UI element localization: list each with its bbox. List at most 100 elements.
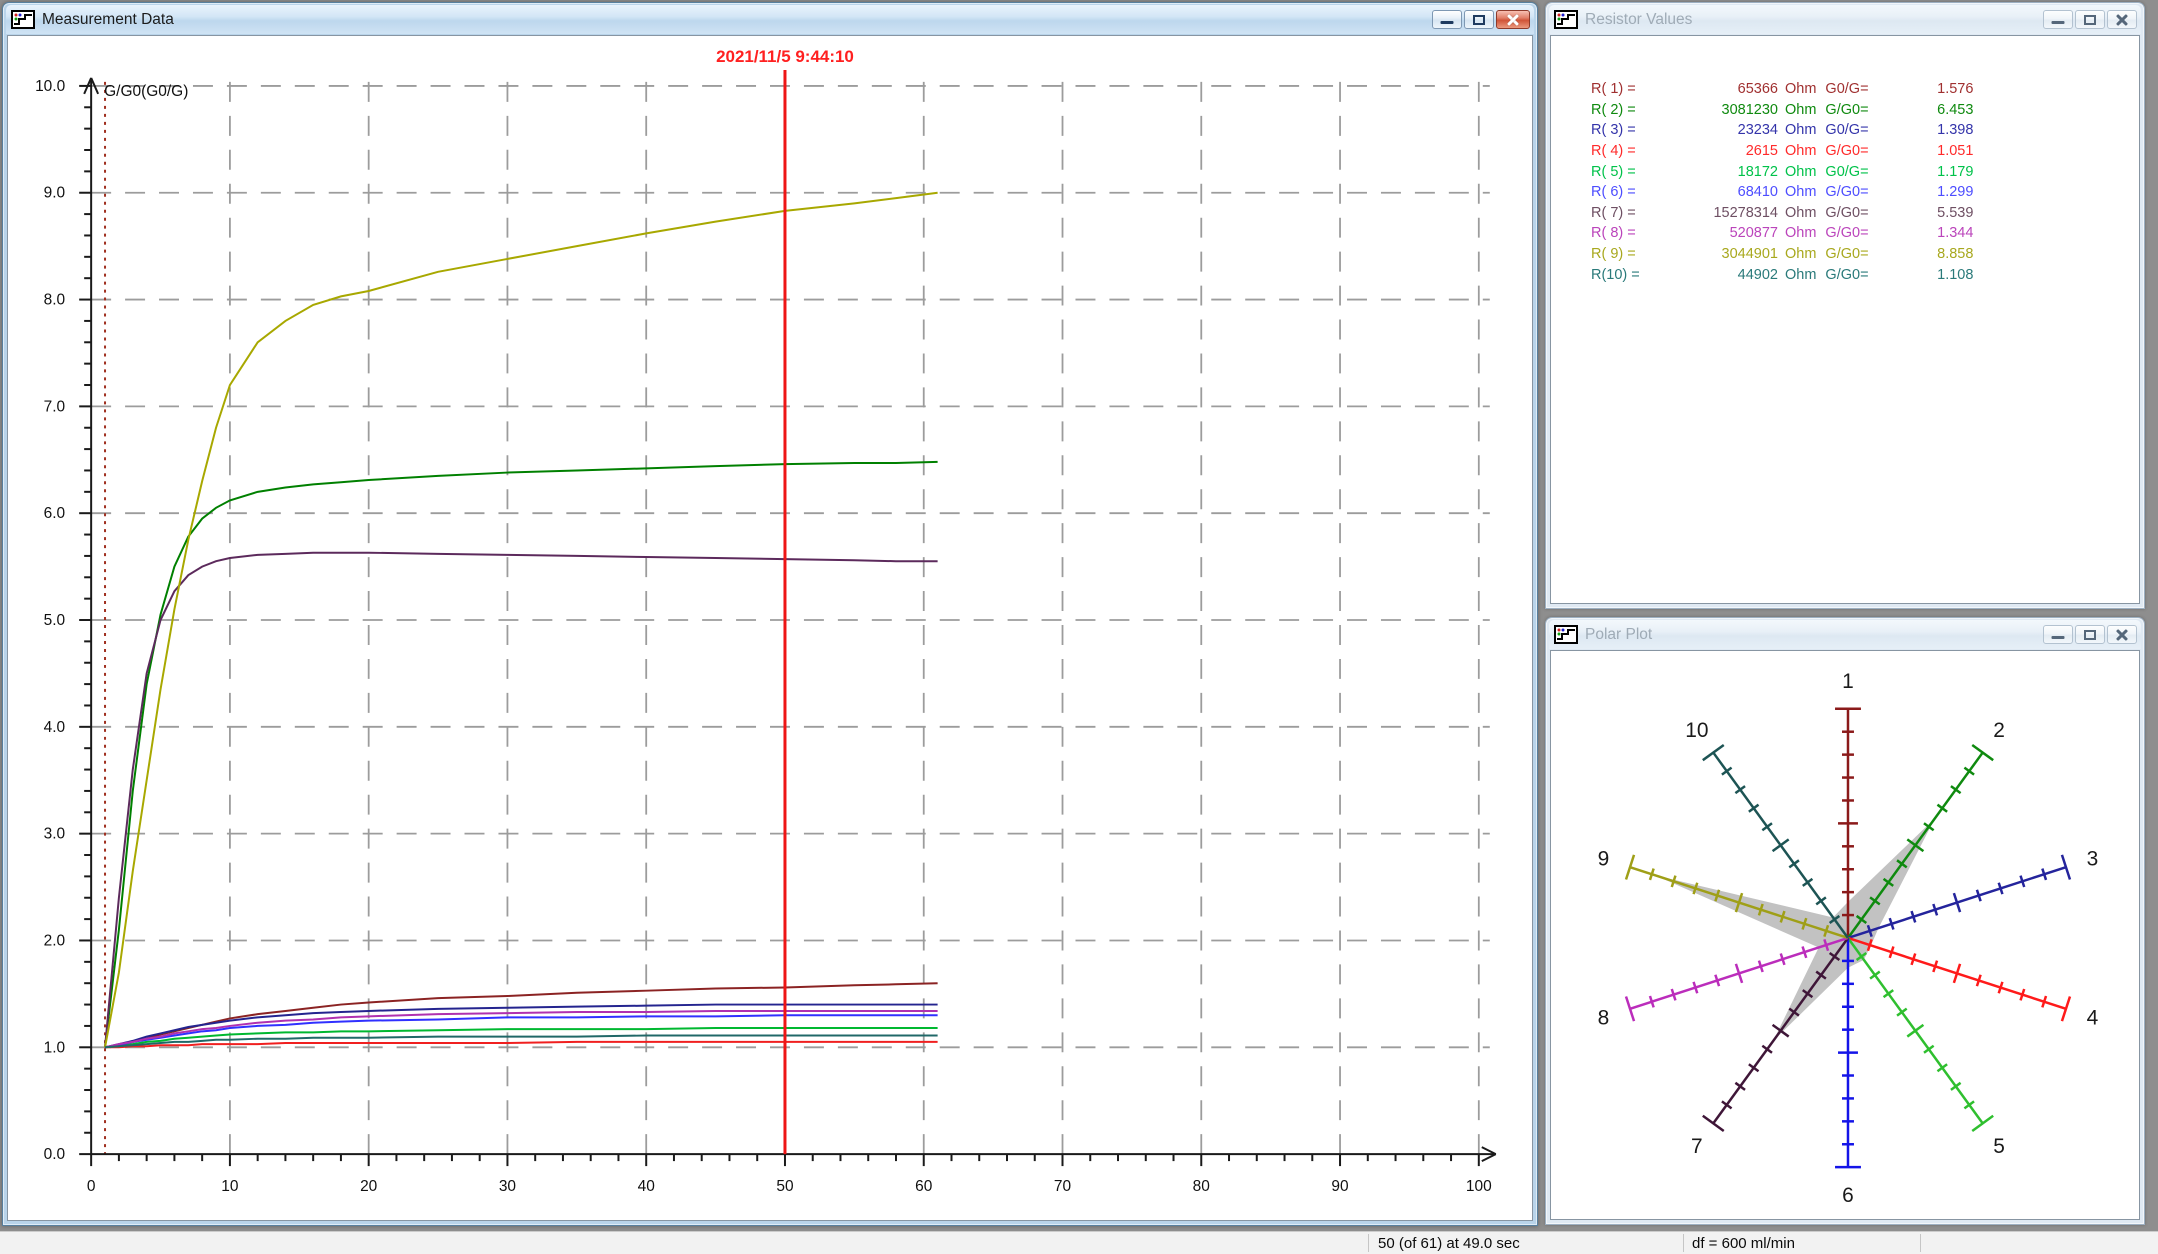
resistor-row: R( 8) = 520877 Ohm G/G0= 1.344 xyxy=(1551,223,2139,244)
resistor-label: R( 1) = xyxy=(1591,81,1663,97)
minimize-icon xyxy=(2052,21,2065,24)
svg-text:4.0: 4.0 xyxy=(44,719,66,736)
resistor-ohms-value: 520877 xyxy=(1663,225,1778,241)
resistor-ratio-label: G/G0= xyxy=(1825,205,1881,221)
svg-text:5.0: 5.0 xyxy=(44,612,66,629)
resistor-ratio-label: G/G0= xyxy=(1825,143,1881,159)
resistor-row: R(10) = 44902 Ohm G/G0= 1.108 xyxy=(1551,264,2139,285)
polar-ray-7 xyxy=(1703,938,1848,1131)
resistor-label: R( 7) = xyxy=(1591,205,1663,221)
svg-text:1.0: 1.0 xyxy=(44,1039,66,1056)
mdi-workspace: Measurement Data 0 10 20 30 40 50 60 70 80 90 100 0… xyxy=(0,0,2158,1254)
close-button[interactable] xyxy=(2107,625,2137,644)
polar-ray-label: 9 xyxy=(1598,848,1610,871)
resistor-ratio-value: 1.299 xyxy=(1881,184,1973,200)
svg-text:100: 100 xyxy=(1466,1178,1492,1195)
status-flow-rate: df = 600 ml/min xyxy=(1692,1235,1795,1252)
minimize-button[interactable] xyxy=(2043,625,2073,644)
resistor-ohms-value: 18172 xyxy=(1663,164,1778,180)
resistor-ohms-value: 65366 xyxy=(1663,81,1778,97)
resistor-row: R( 5) = 18172 Ohm G0/G= 1.179 xyxy=(1551,161,2139,182)
resistor-ratio-label: G/G0= xyxy=(1825,102,1881,118)
resistor-ratio-value: 1.576 xyxy=(1881,81,1973,97)
svg-text:9.0: 9.0 xyxy=(44,185,66,202)
svg-text:80: 80 xyxy=(1193,1178,1210,1195)
close-button[interactable] xyxy=(1496,10,1530,29)
resistor-ratio-value: 1.051 xyxy=(1881,143,1973,159)
maximize-icon xyxy=(2084,15,2096,25)
maximize-icon xyxy=(1473,15,1485,25)
resistor-row: R( 2) = 3081230 Ohm G/G0= 6.453 xyxy=(1551,100,2139,121)
resistor-ratio-label: G0/G= xyxy=(1825,164,1881,180)
resistor-label: R( 5) = xyxy=(1591,164,1663,180)
polar-titlebar[interactable]: Polar Plot xyxy=(1549,620,2141,649)
resistor-ratio-value: 6.453 xyxy=(1881,102,1973,118)
svg-text:30: 30 xyxy=(499,1178,516,1195)
polar-ray-label: 7 xyxy=(1691,1135,1703,1158)
resistor-ratio-label: G0/G= xyxy=(1825,122,1881,138)
resistor-label: R( 4) = xyxy=(1591,143,1663,159)
minimize-button[interactable] xyxy=(1432,10,1462,29)
resistor-ratio-value: 5.539 xyxy=(1881,205,1973,221)
statusbar-divider xyxy=(1920,1234,1921,1252)
svg-text:10: 10 xyxy=(221,1178,238,1195)
svg-text:40: 40 xyxy=(638,1178,655,1195)
resistor-unit: Ohm xyxy=(1778,267,1825,283)
resistor-label: R( 6) = xyxy=(1591,184,1663,200)
polar-ray-label: 10 xyxy=(1685,719,1708,742)
resistor-titlebar[interactable]: Resistor Values xyxy=(1549,5,2141,34)
resistor-ratio-value: 1.179 xyxy=(1881,164,1973,180)
polar-ray-label: 2 xyxy=(1993,719,2005,742)
resistor-unit: Ohm xyxy=(1778,246,1825,262)
resistor-label: R(10) = xyxy=(1591,267,1663,283)
maximize-button[interactable] xyxy=(2075,625,2105,644)
resistor-ratio-value: 1.398 xyxy=(1881,122,1973,138)
close-button[interactable] xyxy=(2107,10,2137,29)
resistor-label: R( 2) = xyxy=(1591,102,1663,118)
line-chart: 01020304050607080901000.01.02.03.04.05.0… xyxy=(8,36,1532,1220)
window-title: Measurement Data xyxy=(42,11,174,29)
resistor-unit: Ohm xyxy=(1778,122,1825,138)
polar-ray-label: 3 xyxy=(2087,848,2099,871)
timestamp-annotation: 2021/11/5 9:44:10 xyxy=(716,47,854,66)
resistor-row: R( 7) = 15278314 Ohm G/G0= 5.539 xyxy=(1551,203,2139,224)
svg-text:60: 60 xyxy=(915,1178,932,1195)
svg-text:8.0: 8.0 xyxy=(44,292,66,309)
resistor-ratio-value: 8.858 xyxy=(1881,246,1973,262)
maximize-button[interactable] xyxy=(1464,10,1494,29)
polar-ray-label: 6 xyxy=(1842,1184,1854,1207)
svg-text:0.0: 0.0 xyxy=(44,1146,66,1163)
svg-text:20: 20 xyxy=(360,1178,377,1195)
polar-ray-5 xyxy=(1848,938,1993,1131)
measurement-titlebar[interactable]: Measurement Data xyxy=(6,5,1534,34)
resistor-ratio-label: G/G0= xyxy=(1825,184,1881,200)
polar-ray-label: 5 xyxy=(1993,1135,2005,1158)
gridlines xyxy=(91,82,1490,1154)
svg-text:50: 50 xyxy=(776,1178,793,1195)
measurement-chart-area: 01020304050607080901000.01.02.03.04.05.0… xyxy=(7,35,1533,1221)
resistor-ratio-value: 1.344 xyxy=(1881,225,1973,241)
polar-plot-area: 12345678910 xyxy=(1550,650,2140,1220)
app-chart-icon xyxy=(1554,625,1578,644)
minimize-icon xyxy=(2052,636,2065,639)
minimize-button[interactable] xyxy=(2043,10,2073,29)
svg-text:90: 90 xyxy=(1331,1178,1348,1195)
maximize-button[interactable] xyxy=(2075,10,2105,29)
svg-text:3.0: 3.0 xyxy=(44,826,66,843)
statusbar-divider xyxy=(1683,1234,1684,1252)
resistor-unit: Ohm xyxy=(1778,164,1825,180)
svg-text:6.0: 6.0 xyxy=(44,505,66,522)
resistor-unit: Ohm xyxy=(1778,205,1825,221)
axes xyxy=(79,78,1496,1166)
svg-text:0: 0 xyxy=(87,1178,96,1195)
resistor-row: R( 6) = 68410 Ohm G/G0= 1.299 xyxy=(1551,182,2139,203)
resistor-row: R( 3) = 23234 Ohm G0/G= 1.398 xyxy=(1551,120,2139,141)
resistor-ratio-value: 1.108 xyxy=(1881,267,1973,283)
resistor-ratio-label: G/G0= xyxy=(1825,246,1881,262)
resistor-label: R( 8) = xyxy=(1591,225,1663,241)
resistor-unit: Ohm xyxy=(1778,81,1825,97)
resistor-unit: Ohm xyxy=(1778,143,1825,159)
resistor-ohms-value: 68410 xyxy=(1663,184,1778,200)
svg-text:70: 70 xyxy=(1054,1178,1071,1195)
statusbar-divider xyxy=(1368,1234,1369,1252)
